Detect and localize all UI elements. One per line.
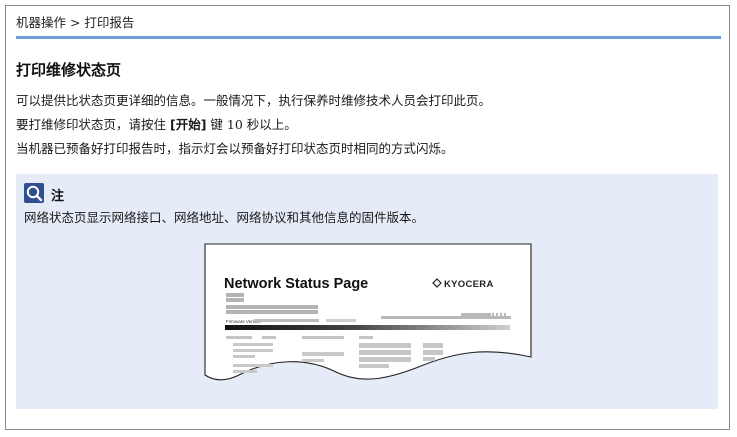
network-status-page-illustration: Network Status Page KYOCERA Firmware Ver… <box>204 243 532 381</box>
instruction-text-before: 要打维修印状态页，请按住 <box>16 117 170 132</box>
instruction-text-after: 键 10 秒以上。 <box>206 117 297 132</box>
page-frame: 机器操作 > 打印报告 打印维修状态页 可以提供比状态页更详细的信息。一般情况下… <box>5 5 730 430</box>
header-rule <box>16 36 721 39</box>
divider-bar <box>225 325 510 330</box>
paragraph-description: 可以提供比状态页更详细的信息。一般情况下，执行保养时维修技术人员会打印此页。 <box>16 93 492 108</box>
section-title: 打印维修状态页 <box>16 61 122 79</box>
firmware-side-bar <box>326 319 356 322</box>
note-box: 注 网络状态页显示网络接口、网络地址、网络协议和其他信息的固件版本。 Netwo… <box>16 174 718 409</box>
svg-text:KYOCERA: KYOCERA <box>444 279 494 290</box>
breadcrumb: 机器操作 > 打印报告 <box>16 15 135 30</box>
paragraph-instruction: 要打维修印状态页，请按住 [开始] 键 10 秒以上。 <box>16 114 297 133</box>
illustration-title: Network Status Page <box>224 276 368 292</box>
start-key-label: [开始] <box>169 117 207 132</box>
firmware-value-bar <box>254 319 319 322</box>
paragraph-indicator: 当机器已预备好打印报告时，指示灯会以预备好打印状态页时相同的方式闪烁。 <box>16 141 454 156</box>
